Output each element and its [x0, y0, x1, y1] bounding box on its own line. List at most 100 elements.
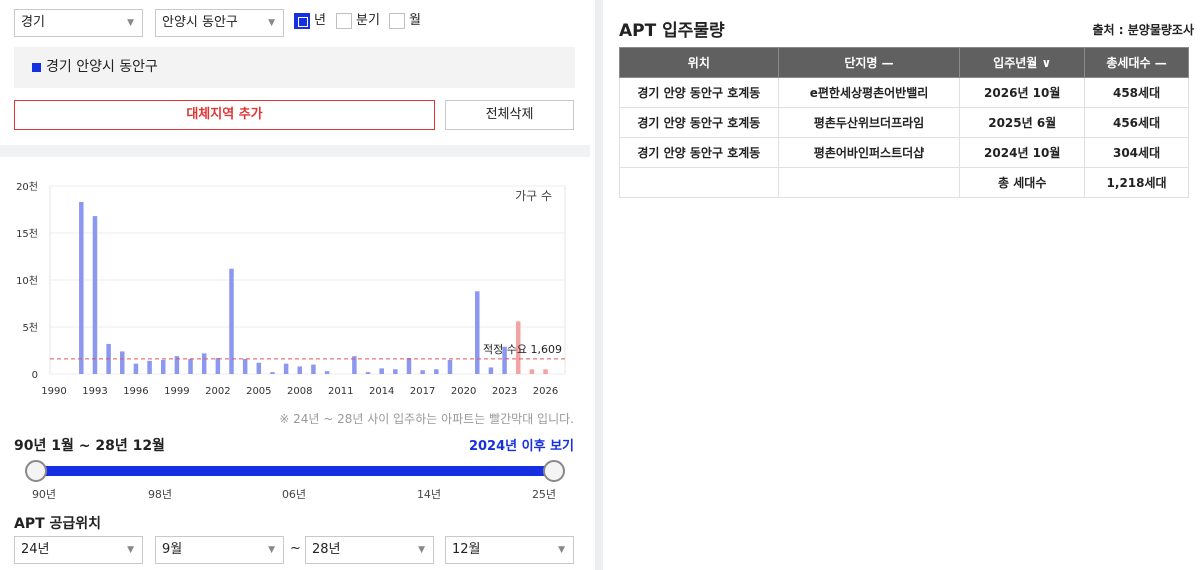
bar — [215, 358, 221, 374]
bar — [201, 353, 207, 374]
table-cell: 경기 안양 동안구 호계동 — [619, 77, 779, 108]
x-tick-label: 1996 — [123, 386, 148, 397]
bar — [242, 358, 248, 374]
to-month-value: 12월 — [452, 542, 481, 557]
period-label: 년 — [314, 13, 326, 28]
bar — [393, 369, 398, 374]
column-header-households[interactable]: 총세대수 — — [1084, 47, 1189, 78]
y-tick-label: 15천 — [16, 228, 38, 240]
x-tick-label: 2017 — [410, 386, 435, 397]
x-tick-label: 1999 — [164, 386, 189, 397]
district-select[interactable]: 안양시 동안구 ▼ — [155, 9, 284, 37]
y-tick-label: 20천 — [16, 181, 38, 193]
x-tick-label: 1990 — [41, 386, 66, 397]
period-label: 월 — [409, 13, 421, 28]
table-cell: 2026년 10월 — [959, 77, 1086, 108]
bar — [543, 369, 548, 374]
legend-label: 가구 수 — [515, 189, 552, 203]
to-month-select[interactable]: 12월 ▼ — [445, 536, 574, 564]
from-month-value: 9월 — [162, 542, 183, 557]
supply-table: 위치 단지명 — 입주년월 ∨ 총세대수 — 경기 안양 동안구 호계동 e편한… — [619, 47, 1189, 198]
bar — [488, 367, 494, 374]
add-region-button[interactable]: 대체지역 추가 — [14, 100, 435, 130]
x-tick-label: 2002 — [205, 386, 230, 397]
chevron-down-icon: ▼ — [268, 545, 275, 555]
range-tick: 90년 — [31, 488, 57, 501]
y-tick-label: 5천 — [22, 322, 38, 334]
bar — [160, 359, 166, 374]
range-separator: ~ — [290, 541, 301, 556]
bar — [529, 369, 535, 374]
panel-divider — [595, 0, 603, 570]
table-row[interactable]: 경기 안양 동안구 호계동 e편한세상평촌어반밸리 2026년 10월 458세… — [619, 77, 1189, 108]
table-cell: 456세대 — [1084, 107, 1189, 138]
column-header-complex[interactable]: 단지명 — — [777, 47, 961, 78]
table-cell: 2024년 10월 — [959, 137, 1086, 168]
bar — [311, 364, 316, 374]
chevron-down-icon: ▼ — [558, 545, 565, 555]
range-slider-start-handle[interactable] — [25, 460, 47, 482]
bar — [92, 216, 98, 374]
y-tick-label: 10천 — [16, 275, 38, 287]
bar — [365, 372, 371, 374]
x-tick-label: 2011 — [328, 386, 353, 397]
table-header-row: 위치 단지명 — 입주년월 ∨ 총세대수 — — [619, 47, 1189, 78]
x-tick-label: 1993 — [82, 386, 107, 397]
total-value: 1,218세대 — [1084, 167, 1189, 198]
x-tick-label: 2005 — [246, 386, 271, 397]
chevron-down-icon: ▼ — [268, 18, 275, 28]
bar — [79, 201, 84, 374]
to-year-select[interactable]: 28년 ▼ — [305, 536, 434, 564]
table-cell: 458세대 — [1084, 77, 1189, 108]
bar — [475, 291, 480, 374]
table-cell — [619, 167, 779, 198]
section-divider — [0, 145, 590, 157]
bar — [147, 360, 152, 374]
table-cell: 2025년 6월 — [959, 107, 1086, 138]
bar — [270, 372, 275, 374]
column-header-location[interactable]: 위치 — [619, 47, 779, 78]
from-year-select[interactable]: 24년 ▼ — [14, 536, 143, 564]
bar — [229, 268, 234, 374]
region-select[interactable]: 경기 ▼ — [14, 9, 143, 37]
y-tick-label: 0 — [32, 370, 38, 381]
bar — [297, 366, 303, 374]
x-tick-label: 2020 — [451, 386, 476, 397]
table-cell: 304세대 — [1084, 137, 1189, 168]
to-year-value: 28년 — [312, 542, 341, 557]
bar — [324, 371, 330, 374]
x-tick-label: 2014 — [369, 386, 394, 397]
table-cell: 평촌두산위브더프라임 — [777, 107, 961, 138]
column-header-move-in[interactable]: 입주년월 ∨ — [959, 47, 1086, 78]
from-year-value: 24년 — [21, 542, 50, 557]
table-cell: 경기 안양 동안구 호계동 — [619, 137, 779, 168]
left-panel: 경기 ▼ 안양시 동안구 ▼ 년 분기 월 경기 안양시 동안구 대체지역 추가… — [0, 0, 590, 570]
table-cell: e편한세상평촌어반밸리 — [777, 77, 961, 108]
range-tick: 14년 — [416, 488, 442, 501]
range-tick: 06년 — [281, 488, 307, 501]
range-tick: 98년 — [147, 488, 173, 501]
table-cell: 평촌어바인퍼스트더샵 — [777, 137, 961, 168]
bar — [420, 370, 425, 374]
x-tick-label: 2026 — [533, 386, 558, 397]
region-select-value: 경기 — [21, 15, 45, 30]
table-total-row: 총 세대수 1,218세대 — [619, 167, 1189, 198]
total-label: 총 세대수 — [959, 167, 1086, 198]
checkbox-icon — [336, 13, 352, 29]
range-slider-track[interactable] — [36, 466, 554, 476]
view-after-2024-link[interactable]: 2024년 이후 보기 — [469, 435, 574, 454]
supply-location-title: APT 공급위치 — [14, 516, 102, 532]
from-month-select[interactable]: 9월 ▼ — [155, 536, 284, 564]
legend-square-icon — [32, 63, 41, 72]
selected-region-label: 경기 안양시 동안구 — [46, 59, 158, 75]
bar — [256, 362, 262, 374]
bar — [379, 368, 384, 374]
selected-region-item: 경기 안양시 동안구 — [14, 47, 575, 88]
bar — [434, 369, 439, 374]
table-row[interactable]: 경기 안양 동안구 호계동 평촌두산위브더프라임 2025년 6월 456세대 — [619, 107, 1189, 138]
right-panel: APT 입주물량 출처 : 분양물량조사 위치 단지명 — 입주년월 ∨ 총세대… — [603, 0, 1203, 570]
range-slider-end-handle[interactable] — [543, 460, 565, 482]
clear-all-button[interactable]: 전체삭제 — [445, 100, 574, 130]
table-row[interactable]: 경기 안양 동안구 호계동 평촌어바인퍼스트더샵 2024년 10월 304세대 — [619, 137, 1189, 168]
period-label: 분기 — [356, 13, 380, 28]
